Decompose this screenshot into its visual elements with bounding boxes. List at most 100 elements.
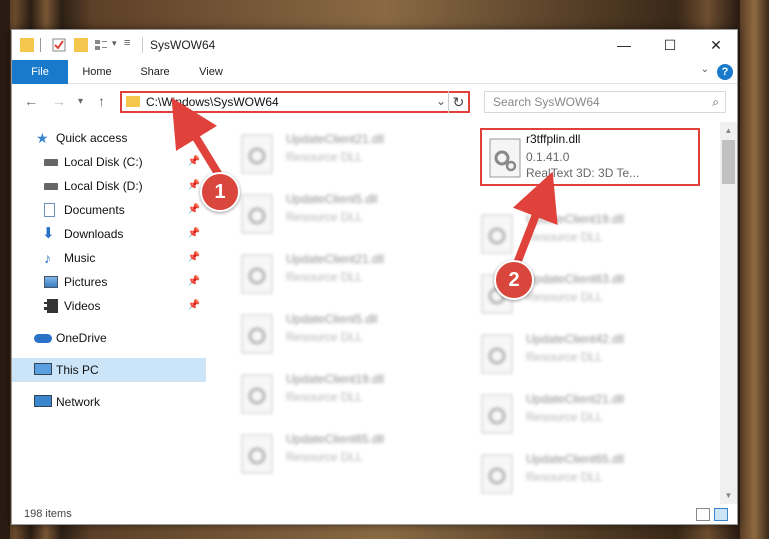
tab-file[interactable]: File xyxy=(12,60,68,84)
list-item[interactable]: UpdateClient42.dll Resource DLL xyxy=(470,326,700,382)
gear-file-icon xyxy=(241,254,273,294)
gear-file-icon xyxy=(241,314,273,354)
wallpaper-bark xyxy=(740,0,769,539)
tab-view[interactable]: View xyxy=(188,60,234,84)
sidebar-item-local-disk-c[interactable]: Local Disk (C:) 📌 xyxy=(12,150,206,174)
list-item[interactable]: UpdateClient65.dll Resource DLL xyxy=(470,446,700,502)
file-name: r3tffplin.dll xyxy=(526,132,581,146)
scroll-up-arrow-icon[interactable]: ▲ xyxy=(720,122,737,139)
gear-file-icon xyxy=(481,394,513,434)
view-options-icon[interactable] xyxy=(94,38,108,52)
pin-icon[interactable]: 📌 xyxy=(188,150,200,174)
sidebar-item-music[interactable]: ♪ Music 📌 xyxy=(12,246,206,270)
step-badge-1: 1 xyxy=(200,172,240,212)
file-name: UpdateClient5.dll xyxy=(286,192,378,206)
pin-icon[interactable]: 📌 xyxy=(188,198,200,222)
list-item[interactable]: UpdateClient21.dll Resource DLL xyxy=(470,386,700,442)
details-view-icon[interactable] xyxy=(696,508,710,521)
ribbon-tabs: File Home Share View ⌄ ? xyxy=(12,60,737,84)
sidebar-item-documents[interactable]: Documents 📌 xyxy=(12,198,206,222)
separator xyxy=(142,37,143,53)
address-path[interactable]: C:\Windows\SysWOW64 xyxy=(146,95,279,109)
list-item[interactable]: UpdateClient21.dll Resource DLL xyxy=(230,126,460,182)
list-item[interactable]: UpdateClient21.dll Resource DLL xyxy=(230,246,460,302)
large-icons-view-icon[interactable] xyxy=(714,508,728,521)
list-item[interactable]: UpdateClient65.dll Resource DLL xyxy=(230,426,460,482)
file-name: UpdateClient19.dll xyxy=(526,212,625,226)
sidebar-item-downloads[interactable]: ⬇ Downloads 📌 xyxy=(12,222,206,246)
tab-share[interactable]: Share xyxy=(132,60,178,84)
gear-file-icon xyxy=(489,138,521,178)
file-list: UpdateClient21.dll Resource DLL UpdateCl… xyxy=(218,122,718,504)
gear-file-icon xyxy=(481,334,513,374)
up-button[interactable]: ↑ xyxy=(98,93,105,109)
sidebar-item-pictures[interactable]: Pictures 📌 xyxy=(12,270,206,294)
download-arrow-icon: ⬇ xyxy=(42,225,55,242)
list-item[interactable]: UpdateClient19.dll Resource DLL xyxy=(230,366,460,422)
list-item[interactable]: UpdateClient5.dll Resource DLL xyxy=(230,306,460,362)
monitor-icon xyxy=(34,363,52,375)
file-type: Resource DLL xyxy=(526,230,603,244)
refresh-button[interactable]: ↻ xyxy=(448,91,468,113)
file-name: UpdateClient5.dll xyxy=(286,312,378,326)
expand-ribbon-chevron-icon[interactable]: ⌄ xyxy=(701,64,709,75)
scroll-down-arrow-icon[interactable]: ▼ xyxy=(720,487,737,504)
sidebar-item-network[interactable]: Network xyxy=(12,390,206,414)
sidebar-item-label: Music xyxy=(64,251,96,265)
customize-qat-icon[interactable]: ≡ xyxy=(124,37,130,49)
new-folder-icon[interactable] xyxy=(74,38,88,52)
file-explorer-window: ▾ ≡ SysWOW64 — ☐ ✕ File Home Share View … xyxy=(11,29,738,525)
sidebar-item-quick-access[interactable]: ★ Quick access xyxy=(12,126,206,150)
highlighted-file-item[interactable]: r3tffplin.dll 0.1.41.0 RealText 3D: 3D T… xyxy=(480,128,700,186)
maximize-button[interactable]: ☐ xyxy=(647,30,693,60)
file-type: Resource DLL xyxy=(286,210,363,224)
list-item[interactable]: UpdateClient19.dll Resource DLL xyxy=(470,206,700,262)
customize-qat-chevron-icon[interactable]: ▾ xyxy=(112,38,117,49)
pin-icon[interactable]: 📌 xyxy=(188,246,200,270)
step-badge-2: 2 xyxy=(494,260,534,300)
file-type: Resource DLL xyxy=(526,470,603,484)
address-dropdown-chevron-icon[interactable]: ⌄ xyxy=(436,94,446,108)
file-type: Resource DLL xyxy=(286,270,363,284)
film-icon xyxy=(44,299,58,313)
file-name: UpdateClient21.dll xyxy=(286,132,385,146)
help-icon[interactable]: ? xyxy=(717,64,733,80)
gear-file-icon xyxy=(241,434,273,474)
separator xyxy=(40,38,41,52)
tab-home[interactable]: Home xyxy=(74,60,120,84)
close-button[interactable]: ✕ xyxy=(693,30,737,60)
file-type: Resource DLL xyxy=(526,350,603,364)
sidebar-item-onedrive[interactable]: OneDrive xyxy=(12,326,206,350)
minimize-button[interactable]: — xyxy=(601,30,647,60)
file-name: UpdateClient63.dll xyxy=(526,272,625,286)
properties-icon[interactable] xyxy=(52,38,66,52)
pin-icon[interactable]: 📌 xyxy=(188,270,200,294)
gear-file-icon xyxy=(481,214,513,254)
drive-icon xyxy=(44,159,58,166)
pin-icon[interactable]: 📌 xyxy=(188,222,200,246)
music-note-icon: ♪ xyxy=(44,250,51,266)
gear-file-icon xyxy=(241,374,273,414)
file-description: RealText 3D: 3D Te... xyxy=(526,166,640,180)
file-type: Resource DLL xyxy=(286,450,363,464)
vertical-scrollbar[interactable]: ▲ ▼ xyxy=(720,122,737,504)
scrollbar-thumb[interactable] xyxy=(722,140,735,184)
address-bar[interactable]: C:\Windows\SysWOW64 ⌄ ↻ xyxy=(120,91,470,113)
gear-file-icon xyxy=(481,454,513,494)
back-button[interactable]: ← xyxy=(24,93,38,109)
file-type: Resource DLL xyxy=(526,290,603,304)
recent-locations-button[interactable]: ▾ xyxy=(78,96,83,107)
sidebar-item-this-pc[interactable]: This PC xyxy=(12,358,206,382)
sidebar-item-videos[interactable]: Videos 📌 xyxy=(12,294,206,318)
document-icon xyxy=(44,203,55,217)
picture-icon xyxy=(44,276,58,288)
search-input[interactable]: Search SysWOW64 ⌕ xyxy=(484,91,726,113)
sidebar-item-label: Pictures xyxy=(64,275,108,289)
sidebar-item-local-disk-d[interactable]: Local Disk (D:) 📌 xyxy=(12,174,206,198)
list-item[interactable]: UpdateClient5.dll Resource DLL xyxy=(230,186,460,242)
pin-icon[interactable]: 📌 xyxy=(188,174,200,198)
gear-file-icon xyxy=(241,194,273,234)
search-icon[interactable]: ⌕ xyxy=(712,95,719,110)
pin-icon[interactable]: 📌 xyxy=(188,294,200,318)
forward-button[interactable]: → xyxy=(52,93,66,109)
